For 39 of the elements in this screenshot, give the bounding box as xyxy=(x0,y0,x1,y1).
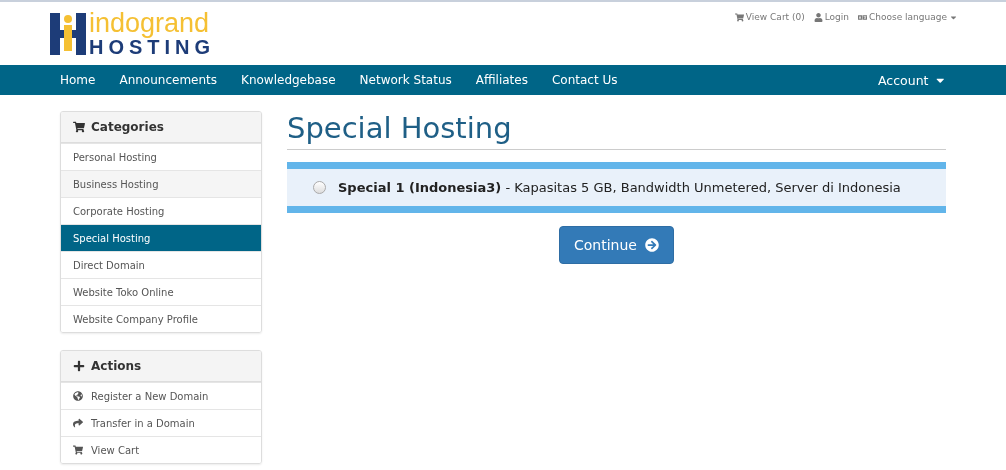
page-title: Special Hosting xyxy=(287,111,946,150)
action-item[interactable]: View Cart xyxy=(61,436,261,463)
product-text: Special 1 (Indonesia3) - Kapasitas 5 GB, Bandwidth Unmetered, Server di Indonesia xyxy=(338,180,901,195)
radio-button[interactable] xyxy=(313,181,326,194)
category-item[interactable]: Website Company Profile xyxy=(61,305,261,332)
user-icon xyxy=(813,12,823,22)
nav-link[interactable]: Knowledgebase xyxy=(229,73,348,87)
nav-link[interactable]: Network Status xyxy=(347,73,464,87)
category-item[interactable]: Corporate Hosting xyxy=(61,197,261,224)
account-menu[interactable]: Account xyxy=(878,72,946,88)
nav-link[interactable]: Contact Us xyxy=(539,73,630,87)
category-item[interactable]: Personal Hosting xyxy=(61,143,261,170)
category-item[interactable]: Business Hosting xyxy=(61,170,261,197)
cart-icon xyxy=(73,445,83,455)
category-item[interactable]: Special Hosting xyxy=(61,224,261,251)
plus-icon xyxy=(73,360,85,372)
nav-link[interactable]: Affiliates xyxy=(463,73,540,87)
logo-text: HOSTING xyxy=(89,37,216,57)
panel-title: Categories xyxy=(91,120,164,134)
action-item[interactable]: Transfer in a Domain xyxy=(61,409,261,436)
logo-text: indogrand xyxy=(89,10,211,37)
logo-icon xyxy=(50,12,86,55)
arrow-right-icon xyxy=(644,238,659,252)
share-arrow-icon xyxy=(73,418,83,428)
panel-title: Actions xyxy=(91,359,142,373)
category-item[interactable]: Website Toko Online xyxy=(61,278,261,305)
language-dropdown[interactable]: Choose language xyxy=(858,12,958,22)
category-item[interactable]: Direct Domain xyxy=(61,251,261,278)
cart-icon xyxy=(734,12,744,22)
cart-icon xyxy=(73,121,85,133)
product-option[interactable]: Special 1 (Indonesia3) - Kapasitas 5 GB, Bandwidth Unmetered, Server di Indonesia xyxy=(287,162,946,213)
nav-link[interactable]: Home xyxy=(60,73,108,87)
nav-link[interactable]: Announcements xyxy=(107,73,230,87)
globe-icon xyxy=(73,391,83,401)
top-link[interactable]: View Cart (0) xyxy=(734,12,805,22)
action-item[interactable]: Register a New Domain xyxy=(61,382,261,409)
language-icon xyxy=(858,12,867,22)
top-link[interactable]: Login xyxy=(813,12,849,22)
continue-button[interactable]: Continue xyxy=(559,226,674,264)
